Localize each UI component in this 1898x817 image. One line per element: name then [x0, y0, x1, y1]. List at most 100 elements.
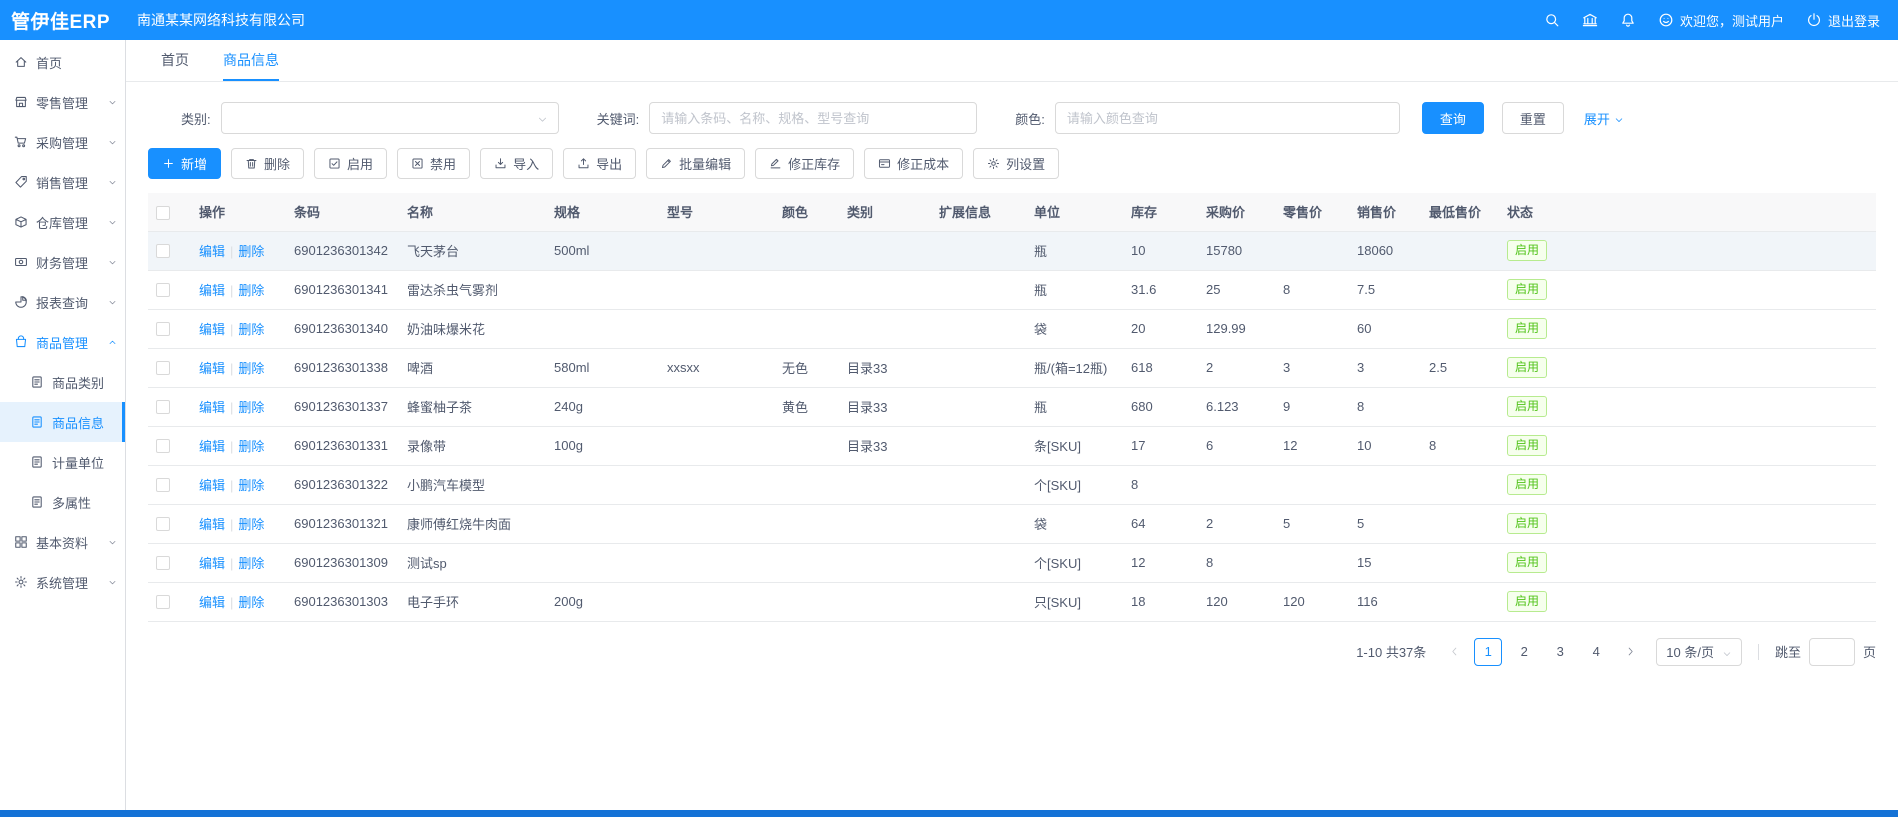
sidebar-item-home[interactable]: 首页: [0, 42, 125, 82]
enable-button[interactable]: 启用: [314, 148, 387, 179]
delete-link[interactable]: 删除: [238, 361, 264, 376]
row-checkbox[interactable]: [156, 517, 170, 531]
sidebar-item-warehouse[interactable]: 仓库管理: [0, 202, 125, 242]
cell-retail-price: 120: [1275, 582, 1349, 621]
row-checkbox[interactable]: [156, 361, 170, 375]
cell-barcode: 6901236301338: [286, 348, 399, 387]
cell-spec: 580ml: [546, 348, 659, 387]
delete-link[interactable]: 删除: [238, 517, 264, 532]
cell-ext: [931, 426, 1026, 465]
tab-home[interactable]: 首页: [161, 40, 189, 81]
row-checkbox[interactable]: [156, 400, 170, 414]
app-header: 管伊佳ERP 南通某某网络科技有限公司 欢迎您，测试用户 退出登录: [0, 0, 1898, 40]
bank-icon[interactable]: [1582, 12, 1598, 28]
edit-link[interactable]: 编辑: [199, 400, 225, 415]
row-checkbox[interactable]: [156, 556, 170, 570]
page-size-select[interactable]: 10 条/页: [1656, 638, 1742, 666]
purchase-icon: [14, 135, 28, 149]
delete-link[interactable]: 删除: [238, 478, 264, 493]
edit-link[interactable]: 编辑: [199, 478, 225, 493]
edit-link[interactable]: 编辑: [199, 283, 225, 298]
sidebar-item-retail[interactable]: 零售管理: [0, 82, 125, 122]
sidebar-item-system[interactable]: 系统管理: [0, 562, 125, 602]
add-button[interactable]: 新增: [148, 148, 221, 179]
disable-button[interactable]: 禁用: [397, 148, 470, 179]
delete-link[interactable]: 删除: [238, 400, 264, 415]
edit-link[interactable]: 编辑: [199, 556, 225, 571]
edit-link[interactable]: 编辑: [199, 244, 225, 259]
cell-category: [839, 270, 931, 309]
batch-edit-button[interactable]: 批量编辑: [646, 148, 745, 179]
cell-ext: [931, 465, 1026, 504]
page-button-4[interactable]: 4: [1582, 638, 1610, 666]
edit-link[interactable]: 编辑: [199, 361, 225, 376]
export-button[interactable]: 导出: [563, 148, 636, 179]
row-checkbox[interactable]: [156, 595, 170, 609]
cell-category: 目录33: [839, 348, 931, 387]
edit-link[interactable]: 编辑: [199, 322, 225, 337]
page-button-2[interactable]: 2: [1510, 638, 1538, 666]
bell-icon[interactable]: [1620, 12, 1636, 28]
sidebar-item-report[interactable]: 报表查询: [0, 282, 125, 322]
reset-button[interactable]: 重置: [1502, 102, 1564, 134]
column-header: 条码: [286, 193, 399, 231]
expand-link[interactable]: 展开: [1584, 109, 1624, 128]
delete-link[interactable]: 删除: [238, 283, 264, 298]
toolbar-button-label: 列设置: [1006, 154, 1045, 173]
search-button[interactable]: 查询: [1422, 102, 1484, 134]
delete-link[interactable]: 删除: [238, 556, 264, 571]
next-page-button[interactable]: [1618, 638, 1642, 666]
sidebar-item-purchase[interactable]: 采购管理: [0, 122, 125, 162]
delete-link[interactable]: 删除: [238, 322, 264, 337]
edit-link[interactable]: 编辑: [199, 517, 225, 532]
sidebar-subitem-product-category[interactable]: 商品类别: [0, 362, 125, 402]
sidebar-subitem-product-info[interactable]: 商品信息: [0, 402, 125, 442]
row-checkbox[interactable]: [156, 244, 170, 258]
logout-button[interactable]: 退出登录: [1806, 11, 1880, 30]
jump-page-input[interactable]: [1809, 638, 1855, 666]
doc-icon: [30, 415, 44, 429]
table-row: 编辑|删除6901236301341雷达杀虫气雾剂瓶31.62587.5启用: [148, 270, 1876, 309]
sidebar-item-product[interactable]: 商品管理: [0, 322, 125, 362]
cell-model: [659, 270, 774, 309]
tab-product-info[interactable]: 商品信息: [223, 40, 279, 81]
edit-link[interactable]: 编辑: [199, 439, 225, 454]
row-checkbox[interactable]: [156, 439, 170, 453]
keyword-input[interactable]: [649, 102, 977, 134]
row-checkbox[interactable]: [156, 283, 170, 297]
select-all-checkbox[interactable]: [156, 206, 170, 220]
cell-model: xxsxx: [659, 348, 774, 387]
cell-sale-price: 60: [1349, 309, 1421, 348]
color-input[interactable]: [1055, 102, 1400, 134]
page-button-3[interactable]: 3: [1546, 638, 1574, 666]
fix-cost-button[interactable]: 修正成本: [864, 148, 963, 179]
column-settings-button[interactable]: 列设置: [973, 148, 1059, 179]
report-icon: [14, 295, 28, 309]
delete-link[interactable]: 删除: [238, 595, 264, 610]
import-button[interactable]: 导入: [480, 148, 553, 179]
delete-link[interactable]: 删除: [238, 439, 264, 454]
row-checkbox-cell: [148, 504, 191, 543]
category-select[interactable]: [221, 102, 559, 134]
smiley-icon: [1658, 12, 1674, 28]
fix-stock-button[interactable]: 修正库存: [755, 148, 854, 179]
delete-button[interactable]: 删除: [231, 148, 304, 179]
row-checkbox[interactable]: [156, 478, 170, 492]
edit-link[interactable]: 编辑: [199, 595, 225, 610]
cell-purchase-price: 2: [1198, 348, 1275, 387]
sidebar-subitem-measure-unit[interactable]: 计量单位: [0, 442, 125, 482]
user-menu[interactable]: 欢迎您，测试用户: [1658, 11, 1784, 30]
sidebar-item-basic-data[interactable]: 基本资料: [0, 522, 125, 562]
sidebar-item-sales[interactable]: 销售管理: [0, 162, 125, 202]
cell-model: [659, 465, 774, 504]
row-checkbox[interactable]: [156, 322, 170, 336]
sidebar-item-finance[interactable]: 财务管理: [0, 242, 125, 282]
prev-page-button[interactable]: [1442, 638, 1466, 666]
search-icon[interactable]: [1544, 12, 1560, 28]
cell-min-price: 8: [1421, 426, 1499, 465]
sidebar-subitem-multi-attribute[interactable]: 多属性: [0, 482, 125, 522]
cell-sale-price: 10: [1349, 426, 1421, 465]
delete-link[interactable]: 删除: [238, 244, 264, 259]
cell-spec: 500ml: [546, 231, 659, 270]
page-button-1[interactable]: 1: [1474, 638, 1502, 666]
